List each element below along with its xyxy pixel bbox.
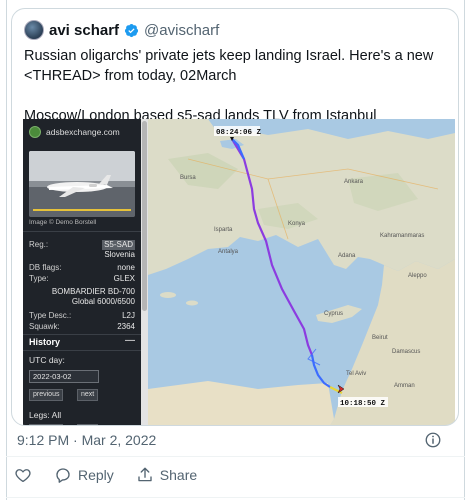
- reply-label: Reply: [78, 467, 114, 483]
- end-time-label: 10:18:50 Z: [340, 400, 386, 408]
- tweet-text: Russian oligarchs' private jets keep lan…: [24, 46, 444, 126]
- legs-label: Legs: All: [29, 410, 62, 420]
- history-heading: History: [29, 337, 61, 347]
- like-button[interactable]: [14, 466, 32, 484]
- author-name[interactable]: avi scharf: [49, 22, 119, 39]
- adsb-info-panel: adsbexchange.com Image © Demo Borstell R…: [23, 119, 141, 425]
- flight-track-map[interactable]: Bursa Ankara Isparta Antalya Konya Kahra…: [148, 119, 455, 425]
- divider: [6, 497, 465, 498]
- author-row[interactable]: avi scharf @avischarf: [24, 20, 219, 40]
- place-label: Ankara: [344, 179, 364, 185]
- adsb-brand: adsbexchange.com: [29, 126, 120, 138]
- place-label: Isparta: [214, 227, 233, 233]
- info-row-squawk: Squawk: 2364: [29, 322, 135, 331]
- verified-badge-icon: [124, 23, 139, 37]
- info-row-dbflags: DB flags: none: [29, 263, 135, 272]
- registration-value: S5-SAD: [102, 240, 135, 250]
- divider: [23, 231, 141, 232]
- place-label: Adana: [338, 253, 356, 259]
- share-label: Share: [159, 467, 198, 483]
- info-row-typedesc: Type Desc.: L2J: [29, 311, 135, 320]
- info-row-reg: Reg.: S5-SAD: [29, 240, 135, 250]
- place-label: Konya: [288, 221, 306, 227]
- utc-date-input[interactable]: [29, 370, 99, 383]
- info-row-type: Type: GLEX: [29, 274, 135, 283]
- previous-day-button[interactable]: previous: [29, 389, 64, 401]
- land-egypt: [148, 381, 334, 425]
- tweet-text-line: Russian oligarchs' private jets keep lan…: [24, 48, 434, 64]
- heart-icon: [15, 469, 31, 483]
- track-end-marker: 10:18:50 Z: [338, 397, 388, 408]
- tweet-text-line: <THREAD> from today, 02March: [24, 68, 237, 84]
- start-time-label: 08:24:06 Z: [216, 129, 262, 137]
- next-leg-button[interactable]: next: [77, 424, 99, 425]
- place-label: Amman: [394, 383, 415, 389]
- utc-day-label: UTC day:: [29, 355, 65, 365]
- scrollbar-thumb[interactable]: [142, 121, 147, 311]
- divider: [6, 456, 465, 457]
- place-label: Tel Aviv: [346, 371, 366, 377]
- place-label: Damascus: [392, 349, 420, 355]
- avatar[interactable]: [24, 20, 44, 40]
- author-handle[interactable]: @avischarf: [144, 22, 219, 39]
- info-icon[interactable]: [424, 431, 442, 449]
- place-label: Kahramanmaras: [380, 233, 424, 239]
- adsb-site-name: adsbexchange.com: [46, 127, 120, 137]
- share-icon: [138, 467, 152, 482]
- place-label: Antalya: [218, 249, 239, 255]
- photo-credit: Image © Demo Borstell: [29, 219, 97, 226]
- tweet-timestamp[interactable]: 9:12 PM · Mar 2, 2022: [17, 432, 156, 448]
- previous-leg-button[interactable]: previous: [29, 424, 64, 425]
- adsb-logo-icon: [29, 126, 41, 138]
- place-label: Bursa: [180, 175, 196, 181]
- divider: [23, 350, 141, 351]
- reply-button[interactable]: Reply: [54, 466, 114, 484]
- tweet-media-image[interactable]: adsbexchange.com Image © Demo Borstell R…: [23, 119, 455, 425]
- panel-scrollbar[interactable]: [141, 119, 148, 425]
- tweet-card[interactable]: avi scharf @avischarf Russian oligarchs'…: [11, 8, 459, 426]
- place-label: Aleppo: [408, 273, 427, 279]
- history-collapse-button[interactable]: —: [125, 335, 135, 346]
- divider: [23, 334, 141, 335]
- place-label: Cyprus: [324, 311, 343, 317]
- aircraft-photo: [29, 151, 135, 217]
- tweet-actions: Reply Share: [14, 463, 219, 487]
- share-button[interactable]: Share: [136, 466, 197, 484]
- reply-icon: [56, 468, 70, 483]
- next-day-button[interactable]: next: [77, 389, 99, 401]
- place-label: Beirut: [372, 335, 388, 341]
